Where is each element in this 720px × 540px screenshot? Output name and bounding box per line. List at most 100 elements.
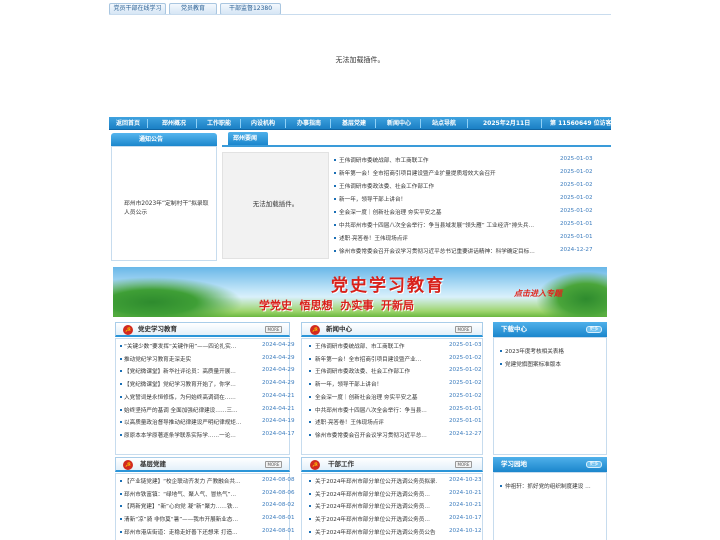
banner-cta[interactable]: 点击进入专题 <box>514 288 562 299</box>
list-bullet-icon <box>120 370 122 373</box>
list-item[interactable]: 【产业链党建】“校企联动齐发力 产教融合共… <box>124 477 252 485</box>
party-emblem-icon: ☭ <box>123 460 133 470</box>
party-history-banner[interactable]: 党史学习教育 学党史 悟思想 办实事 开新局 点击进入专题 <box>113 267 607 317</box>
cadre-more-button[interactable]: MORE <box>455 461 472 468</box>
list-item[interactable]: 王伟调研市委政法委、社会工作部工作 <box>315 367 437 375</box>
list-item-date: 2024-10-21 <box>449 502 482 509</box>
study-garden-header: 学习园地 更多 <box>493 457 607 472</box>
list-item[interactable]: 述职·亮答卷！王伟现场点评 <box>339 234 553 242</box>
party-history-more-button[interactable]: MORE <box>265 326 282 333</box>
list-item[interactable]: 关于2024年邳州市部分单位公开选调公务员… <box>315 502 437 510</box>
list-bullet-icon <box>120 357 122 360</box>
list-bullet-icon <box>309 345 311 347</box>
study-garden-title: 学习园地 <box>501 460 527 468</box>
list-item[interactable]: 新年第一会！全市招商引项目建设暨产业… <box>315 355 437 363</box>
news-center-title: 新闻中心 <box>326 325 352 333</box>
list-item[interactable]: 推动党纪学习教育走深走实 <box>124 355 252 363</box>
grassroots-title: 基层党建 <box>140 460 166 468</box>
notice-item[interactable]: 邳州市2023年“定制村干”拟录取人员公示 <box>124 200 210 218</box>
list-item[interactable]: “关键少数”要发挥“关键作用”——四论扎实… <box>124 342 252 350</box>
list-item-date: 2024-04-29 <box>262 354 295 361</box>
list-item[interactable]: 【党纪微课堂】新华社评论员：高质量开展… <box>124 367 252 375</box>
list-item[interactable]: 关于2024年邳州市部分单位公开选调公务员… <box>315 515 437 523</box>
news-top-tab-label: 邳州要闻 <box>233 135 258 142</box>
list-item[interactable]: 邳州市港店街道：走稳走好善下还想来 打造… <box>124 528 252 536</box>
grassroots-more-button[interactable]: MORE <box>265 461 282 468</box>
list-bullet-icon <box>309 357 311 360</box>
list-item[interactable]: 全会深一度｜创新社会治理 夯实平安之基 <box>339 208 553 216</box>
list-item[interactable]: 党建党旗图案标准版本 <box>505 360 603 368</box>
nav-overview[interactable]: 邳州概况 <box>162 117 186 130</box>
news-top-tab[interactable]: 邳州要闻 <box>228 132 268 145</box>
news-center-more-button[interactable]: MORE <box>455 326 472 333</box>
nav-separator <box>330 119 331 128</box>
list-item[interactable]: 新年第一会！全市招商引项目建设暨产业扩量提质增效大会召开 <box>339 169 553 177</box>
list-item[interactable]: 原原本本学原著逐条学联系实际学……一论… <box>124 431 252 439</box>
list-item[interactable]: 关于2024年邳州市部分单位公开选调公务员公告 <box>315 528 437 536</box>
list-item[interactable]: 2023年度考核相关表格 <box>505 347 603 355</box>
nav-site-map[interactable]: 站点导航 <box>432 117 456 130</box>
party-history-header: ☭ 党史学习教育 MORE <box>115 322 290 337</box>
list-item[interactable]: 新一年，领导干部上讲台！ <box>339 195 553 203</box>
banner-title: 党史学习教育 <box>331 276 445 296</box>
list-item[interactable]: 清新“凉”骑 非你莫“暑”——我市开展新业态… <box>124 515 252 523</box>
nav-news-center[interactable]: 新闻中心 <box>387 117 411 130</box>
list-item[interactable]: 始终坚持严的基调 全面加强纪律建设……三… <box>124 406 252 414</box>
list-item-date: 2024-10-17 <box>449 515 482 522</box>
plugin-message-header: 无法加载插件。 <box>335 56 385 64</box>
nav-departments[interactable]: 内设机构 <box>251 117 275 130</box>
list-item[interactable]: 以高质量政治督导推动纪律建设严明纪律规矩… <box>124 418 252 426</box>
list-item-date: 2025-01-01 <box>560 234 593 240</box>
list-bullet-icon <box>120 421 122 424</box>
list-item[interactable]: 述职·亮答卷！王伟现场点评 <box>315 418 437 426</box>
list-item[interactable]: 全会深一度｜创新社会治理 夯实平安之基 <box>315 393 437 401</box>
list-item[interactable]: 关于2024年邳州市部分单位公开选调公务员… <box>315 490 437 498</box>
nav-functions[interactable]: 工作职能 <box>207 117 231 130</box>
list-bullet-icon <box>120 492 122 495</box>
nav-home[interactable]: 返回首页 <box>116 117 140 130</box>
cadre-title: 干部工作 <box>328 460 354 468</box>
list-bullet-icon <box>334 198 336 200</box>
list-item[interactable]: 关于2024年邳州市部分单位公开选调公务员拟录… <box>315 477 437 485</box>
list-bullet-icon <box>309 530 311 533</box>
list-item[interactable]: 徐州市委常委会召开会议学习贯彻习近平总… <box>315 431 437 439</box>
list-bullet-icon <box>120 518 122 521</box>
list-item[interactable]: 王伟调研市委统战部、市工商联工作 <box>315 342 437 350</box>
nav-grassroots[interactable]: 基层党建 <box>342 117 366 130</box>
list-bullet-icon <box>500 362 502 365</box>
list-item[interactable]: 王伟调研市委政法委、社会工作部工作 <box>339 182 553 190</box>
list-item-date: 2024-04-19 <box>262 418 295 425</box>
list-item-date: 2025-01-02 <box>449 392 482 399</box>
notice-header: 通知公告 <box>111 133 217 146</box>
list-bullet-icon <box>120 433 122 436</box>
list-bullet-icon <box>120 408 122 411</box>
list-bullet-icon <box>120 505 122 508</box>
nav-date: 2025年2月11日 <box>483 120 531 127</box>
list-item[interactable]: 徐州市委常委会召开会议学习贯彻习近平总书记重要讲话精神：科学确定目标… <box>339 247 553 255</box>
list-item[interactable]: 新一年，领导干部上讲台！ <box>315 380 437 388</box>
list-item[interactable]: 【党纪微课堂】党纪学习教育开始了，你学… <box>124 380 252 388</box>
news-top-tabbar <box>222 133 611 147</box>
study-garden-more-button[interactable]: 更多 <box>586 461 602 468</box>
list-item-date: 2025-01-02 <box>560 208 593 214</box>
nav-separator <box>285 119 286 128</box>
list-bullet-icon <box>309 505 311 508</box>
list-item[interactable]: 中共邳州市委十四届八次全会举行：争当县… <box>315 406 437 414</box>
list-item[interactable]: 仲祖轩：抓好党的组织制度建设 … <box>505 482 603 490</box>
list-bullet-icon <box>309 433 311 436</box>
list-item-date: 2024-12-27 <box>560 247 593 253</box>
downloads-title: 下载中心 <box>501 325 527 333</box>
list-item[interactable]: 【两新党建】“新”心向党 凝“新”聚力……铁… <box>124 502 252 510</box>
list-bullet-icon <box>309 395 311 398</box>
list-item[interactable]: 入党誓词是永恒修炼，为何始终高调调在…… <box>124 393 252 401</box>
list-item[interactable]: 王伟调研市委统战部、市工商联工作 <box>339 156 553 164</box>
list-item-date: 2024-10-23 <box>449 477 482 483</box>
list-item[interactable]: 中共邳州市委十四届八次全会举行：争当县域发展“领头雁” 工业经济“排头兵… <box>339 221 553 229</box>
party-emblem-icon: ☭ <box>123 325 133 335</box>
list-item[interactable]: 邳州市铁富镇：“绿地气、聚人气、冒热气”… <box>124 490 252 498</box>
nav-guide[interactable]: 办事指南 <box>297 117 321 130</box>
visitor-counter: 第 11560649 位访客 <box>550 120 612 127</box>
news-plugin-message: 无法加载插件。 <box>252 200 299 208</box>
downloads-more-button[interactable]: 更多 <box>586 326 602 333</box>
list-bullet-icon <box>309 492 311 495</box>
